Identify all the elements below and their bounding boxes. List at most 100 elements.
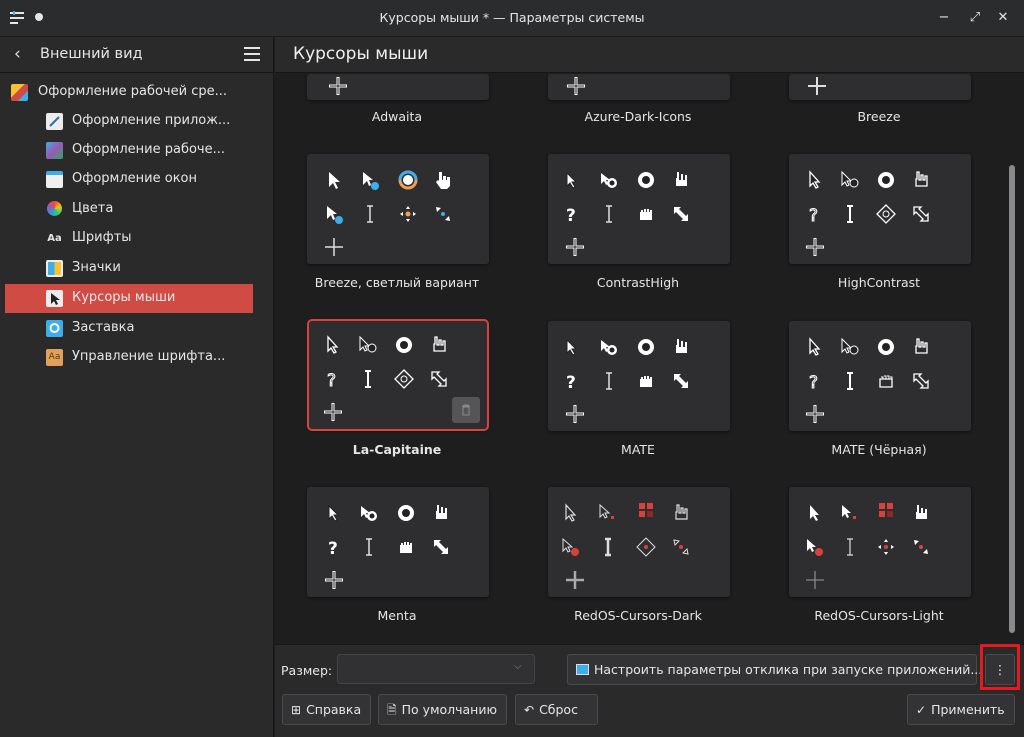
cursor-icon	[46, 290, 63, 307]
hamburger-menu-icon[interactable]	[244, 47, 260, 61]
theme-card-mate-black[interactable]: ?	[789, 321, 971, 431]
crosshair-cursor-icon	[323, 236, 345, 258]
scrollbar-thumb[interactable]	[1009, 165, 1015, 633]
theme-card-la-capitaine[interactable]: ?	[307, 319, 489, 431]
wait-cursor-icon	[635, 500, 657, 522]
sidebar: ‹ Внешний вид Оформление рабочей сре... …	[0, 37, 274, 737]
resize-diagonal-cursor-icon	[670, 536, 692, 558]
cursor-theme-grid[interactable]: Adwaita Azure-Dark-Icons Breeze Breeze, …	[275, 74, 1005, 644]
busy-arrow-cursor-icon	[358, 502, 380, 524]
wait-cursor-icon	[397, 169, 419, 191]
theme-card-breeze[interactable]	[789, 74, 971, 100]
move-cursor-icon	[875, 203, 897, 225]
hand-cursor-icon	[670, 502, 692, 524]
checkmark-icon: ✓	[916, 703, 927, 717]
apply-button[interactable]: ✓ Применить	[907, 694, 1015, 725]
theme-name: HighContrast	[837, 275, 921, 290]
hand-cursor-icon	[910, 336, 932, 358]
sidebar-item-label: Управление шрифта...	[72, 349, 226, 364]
sidebar-item-label: Курсоры мыши	[72, 290, 176, 305]
sidebar-item-label: Оформление рабочей сре...	[38, 84, 227, 99]
busy-arrow-cursor-icon	[839, 502, 861, 524]
sidebar-item-fonts[interactable]: Aa Шрифты	[5, 224, 253, 253]
sidebar-item-icons[interactable]: Значки	[5, 254, 253, 283]
help-button[interactable]: ⊞ Справка	[282, 694, 371, 725]
hand-cursor-icon	[910, 502, 932, 524]
sidebar-item-app-style[interactable]: Оформление прилож...	[5, 107, 253, 136]
sidebar-item-window-decoration[interactable]: Оформление окон	[5, 165, 253, 194]
text-cursor-icon	[839, 536, 861, 558]
hand-cursor-icon	[428, 334, 450, 356]
minimize-button[interactable]: −	[933, 7, 955, 29]
crosshair-cursor-icon	[804, 569, 826, 591]
wait-cursor-icon	[875, 500, 897, 522]
theme-name: Azure-Dark-Icons	[584, 109, 692, 124]
resize-diagonal-cursor-icon	[910, 536, 932, 558]
sidebar-back-label[interactable]: Внешний вид	[40, 46, 143, 62]
close-button[interactable]: ✕	[992, 7, 1014, 29]
text-cursor-icon	[839, 370, 861, 392]
icons-icon	[46, 260, 63, 277]
help-cursor-icon: ?	[804, 370, 826, 394]
resize-diagonal-cursor-icon	[670, 370, 692, 392]
theme-name: La-Capitaine	[352, 442, 442, 457]
theme-card-mate[interactable]: ?	[548, 321, 730, 431]
theme-card-contrasthigh[interactable]: ?	[548, 154, 730, 264]
sidebar-header: ‹ Внешний вид	[0, 37, 274, 73]
help-cursor-icon	[804, 536, 826, 558]
crosshair-cursor-icon	[327, 75, 349, 97]
theme-name: RedOS-Cursors-Light	[814, 608, 944, 623]
hand-cursor-icon	[670, 336, 692, 358]
defaults-button[interactable]: 🗎 По умолчанию	[378, 694, 507, 725]
sidebar-item-label: Заставка	[72, 320, 135, 335]
move-cursor-icon	[393, 368, 415, 390]
busy-arrow-cursor-icon	[359, 169, 381, 191]
sidebar-item-splash[interactable]: Заставка	[5, 314, 253, 343]
busy-arrow-cursor-icon	[839, 336, 861, 358]
help-cursor-icon: ?	[561, 203, 583, 226]
theme-card-redos-cursors-dark[interactable]	[548, 487, 730, 597]
size-select[interactable]: ⌵	[337, 654, 535, 684]
sidebar-item-font-management[interactable]: Aa Управление шрифта...	[5, 343, 253, 372]
launch-feedback-button[interactable]: Настроить параметры отклика при запуске …	[567, 654, 982, 685]
sidebar-item-workspace-theme[interactable]: Оформление рабочей сре...	[5, 78, 253, 107]
text-cursor-icon	[597, 536, 619, 558]
help-cursor-icon	[323, 203, 345, 225]
delete-theme-button[interactable]	[452, 397, 480, 423]
splash-icon	[46, 320, 63, 337]
theme-card-menta[interactable]: ?	[307, 487, 489, 597]
hand-cursor-icon	[670, 169, 692, 191]
theme-card-azure-dark-icons[interactable]	[548, 74, 730, 100]
wait-cursor-icon	[635, 336, 657, 358]
arrow-cursor-icon	[804, 169, 826, 191]
resize-diagonal-cursor-icon	[432, 203, 454, 225]
theme-name: RedOS-Cursors-Dark	[574, 608, 702, 623]
maximize-button[interactable]: ⤢	[964, 7, 986, 29]
fonts-icon: Aa	[47, 233, 62, 244]
sidebar-item-plasma-style[interactable]: Оформление рабоче...	[5, 136, 253, 165]
title-bar: Курсоры мыши * — Параметры системы − ⤢ ✕	[0, 0, 1024, 37]
sidebar-item-label: Цвета	[72, 201, 114, 216]
reset-button[interactable]: ↶ Сброс	[515, 694, 598, 725]
sidebar-item-cursors[interactable]: Курсоры мыши	[5, 284, 253, 313]
busy-arrow-cursor-icon	[598, 336, 620, 358]
crosshair-cursor-icon	[322, 401, 344, 423]
back-chevron-icon[interactable]: ‹	[14, 44, 21, 64]
arrow-cursor-icon	[323, 502, 345, 524]
crosshair-cursor-icon	[565, 75, 587, 97]
theme-name: Menta	[377, 608, 417, 623]
busy-arrow-cursor-icon	[357, 334, 379, 356]
theme-name: Breeze	[857, 109, 901, 124]
arrow-cursor-icon	[804, 336, 826, 358]
reset-label: Сброс	[539, 702, 578, 717]
theme-card-adwaita[interactable]	[307, 74, 489, 100]
window-title: Курсоры мыши * — Параметры системы	[379, 10, 645, 25]
sidebar-item-colors[interactable]: Цвета	[5, 195, 253, 224]
hand-cursor-icon	[432, 169, 454, 191]
theme-card-breeze-light[interactable]	[307, 154, 489, 264]
theme-card-highcontrast[interactable]: ?	[789, 154, 971, 264]
svg-text:?: ?	[328, 539, 338, 558]
arrow-cursor-icon	[560, 502, 582, 524]
theme-name: MATE	[621, 442, 655, 457]
theme-card-redos-cursors-light[interactable]	[789, 487, 971, 597]
